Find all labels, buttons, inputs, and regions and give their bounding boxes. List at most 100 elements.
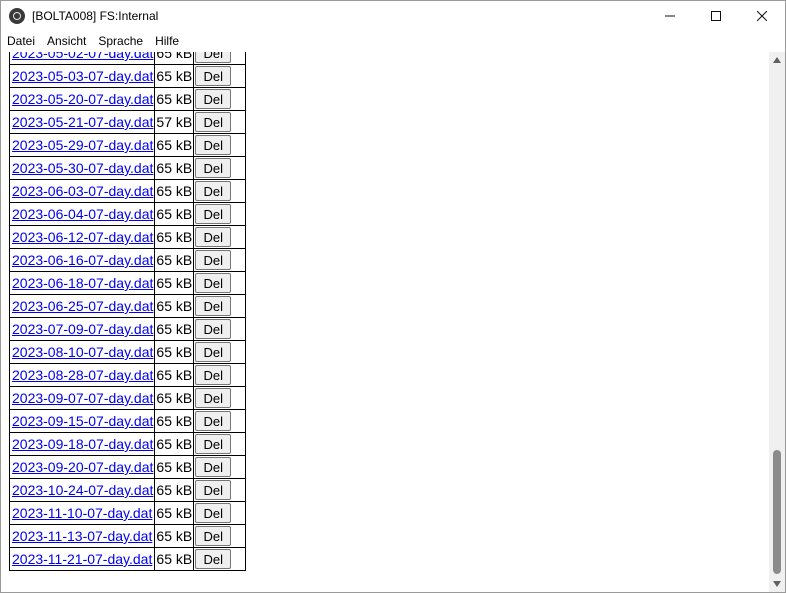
file-size-cell: 65 kB (154, 432, 195, 456)
app-window: [BOLTA008] FS:Internal Datei Ansicht Spr… (0, 0, 786, 593)
file-name-cell: 2023-09-15-07-day.dat (8, 409, 156, 433)
file-size-cell: 65 kB (154, 133, 195, 157)
table-row: 2023-05-02-07-day.dat 65 kB Del (8, 52, 247, 65)
delete-button[interactable]: Del (195, 296, 232, 316)
vertical-scrollbar[interactable] (769, 52, 785, 592)
delete-button[interactable]: Del (195, 411, 232, 431)
delete-cell: Del (193, 271, 247, 295)
file-link[interactable]: 2023-11-10-07-day.dat (12, 505, 152, 521)
delete-cell: Del (193, 386, 247, 410)
file-link[interactable]: 2023-09-07-07-day.dat (12, 390, 153, 406)
delete-button[interactable]: Del (195, 549, 232, 569)
file-link[interactable]: 2023-11-21-07-day.dat (12, 551, 152, 567)
delete-cell: Del (193, 248, 247, 272)
file-size-cell: 65 kB (154, 478, 195, 502)
title-bar[interactable]: [BOLTA008] FS:Internal (1, 1, 785, 31)
delete-button[interactable]: Del (195, 457, 232, 477)
table-row: 2023-05-30-07-day.dat 65 kB Del (8, 156, 247, 180)
table-row: 2023-09-20-07-day.dat 65 kB Del (8, 455, 247, 479)
menu-datei[interactable]: Datei (1, 31, 41, 52)
file-size-cell: 65 kB (154, 179, 195, 203)
arrow-up-icon (773, 57, 781, 63)
file-size-cell: 65 kB (154, 156, 195, 180)
scroll-down-button[interactable] (769, 576, 785, 592)
delete-cell: Del (193, 225, 247, 249)
delete-cell: Del (193, 87, 247, 111)
delete-button[interactable]: Del (195, 503, 232, 523)
file-name-cell: 2023-06-16-07-day.dat (8, 248, 156, 272)
menu-ansicht[interactable]: Ansicht (41, 31, 92, 52)
file-link[interactable]: 2023-06-25-07-day.dat (12, 298, 153, 314)
file-name-cell: 2023-11-13-07-day.dat (8, 524, 156, 548)
file-link[interactable]: 2023-05-03-07-day.dat (12, 68, 153, 84)
close-icon (757, 11, 767, 21)
file-size-cell: 65 kB (154, 64, 195, 88)
delete-button[interactable]: Del (195, 204, 232, 224)
file-size-cell: 65 kB (154, 202, 195, 226)
delete-button[interactable]: Del (195, 319, 232, 339)
table-row: 2023-06-18-07-day.dat 65 kB Del (8, 271, 247, 295)
delete-button[interactable]: Del (195, 227, 232, 247)
scroll-thumb[interactable] (773, 450, 781, 574)
menu-hilfe[interactable]: Hilfe (149, 31, 185, 52)
file-link[interactable]: 2023-07-09-07-day.dat (12, 321, 153, 337)
file-name-cell: 2023-06-25-07-day.dat (8, 294, 156, 318)
file-size-cell: 65 kB (154, 225, 195, 249)
delete-button[interactable]: Del (195, 52, 232, 63)
file-link[interactable]: 2023-06-16-07-day.dat (12, 252, 153, 268)
file-link[interactable]: 2023-05-02-07-day.dat (12, 52, 153, 61)
delete-button[interactable]: Del (195, 388, 232, 408)
delete-button[interactable]: Del (195, 434, 232, 454)
delete-button[interactable]: Del (195, 89, 232, 109)
table-row: 2023-08-10-07-day.dat 65 kB Del (8, 340, 247, 364)
file-link[interactable]: 2023-06-18-07-day.dat (12, 275, 153, 291)
file-name-cell: 2023-05-03-07-day.dat (8, 64, 156, 88)
file-name-cell: 2023-05-02-07-day.dat (8, 52, 156, 65)
file-link[interactable]: 2023-09-15-07-day.dat (12, 413, 153, 429)
table-row: 2023-06-25-07-day.dat 65 kB Del (8, 294, 247, 318)
delete-button[interactable]: Del (195, 158, 232, 178)
delete-button[interactable]: Del (195, 342, 232, 362)
file-name-cell: 2023-09-18-07-day.dat (8, 432, 156, 456)
file-link[interactable]: 2023-09-18-07-day.dat (12, 436, 153, 452)
file-link[interactable]: 2023-05-29-07-day.dat (12, 137, 153, 153)
file-link[interactable]: 2023-08-10-07-day.dat (12, 344, 153, 360)
file-link[interactable]: 2023-05-21-07-day.dat (12, 114, 153, 130)
delete-cell: Del (193, 133, 247, 157)
maximize-button[interactable] (693, 1, 739, 31)
file-name-cell: 2023-06-03-07-day.dat (8, 179, 156, 203)
delete-button[interactable]: Del (195, 112, 232, 132)
delete-cell: Del (193, 524, 247, 548)
delete-cell: Del (193, 340, 247, 364)
file-size-cell: 65 kB (154, 547, 195, 571)
file-link[interactable]: 2023-05-30-07-day.dat (12, 160, 153, 176)
close-button[interactable] (739, 1, 785, 31)
delete-button[interactable]: Del (195, 66, 232, 86)
delete-cell: Del (193, 478, 247, 502)
file-link[interactable]: 2023-06-04-07-day.dat (12, 206, 153, 222)
delete-button[interactable]: Del (195, 480, 232, 500)
delete-button[interactable]: Del (195, 365, 232, 385)
file-link[interactable]: 2023-11-13-07-day.dat (12, 528, 152, 544)
scroll-up-button[interactable] (769, 52, 785, 68)
file-link[interactable]: 2023-08-28-07-day.dat (12, 367, 153, 383)
file-link[interactable]: 2023-06-12-07-day.dat (12, 229, 153, 245)
delete-button[interactable]: Del (195, 273, 232, 293)
delete-button[interactable]: Del (195, 181, 232, 201)
table-row: 2023-09-18-07-day.dat 65 kB Del (8, 432, 247, 456)
menu-sprache[interactable]: Sprache (92, 31, 149, 52)
file-link[interactable]: 2023-05-20-07-day.dat (12, 91, 153, 107)
delete-cell: Del (193, 156, 247, 180)
file-name-cell: 2023-08-28-07-day.dat (8, 363, 156, 387)
delete-button[interactable]: Del (195, 250, 232, 270)
delete-cell: Del (193, 363, 247, 387)
delete-cell: Del (193, 52, 247, 65)
file-link[interactable]: 2023-06-03-07-day.dat (12, 183, 153, 199)
minimize-icon (665, 15, 675, 17)
delete-button[interactable]: Del (195, 526, 232, 546)
file-table: 2023-05-02-07-day.dat 65 kB Del 2023-05-03-… (8, 52, 247, 571)
file-link[interactable]: 2023-09-20-07-day.dat (12, 459, 153, 475)
file-link[interactable]: 2023-10-24-07-day.dat (12, 482, 153, 498)
minimize-button[interactable] (647, 1, 693, 31)
delete-button[interactable]: Del (195, 135, 232, 155)
